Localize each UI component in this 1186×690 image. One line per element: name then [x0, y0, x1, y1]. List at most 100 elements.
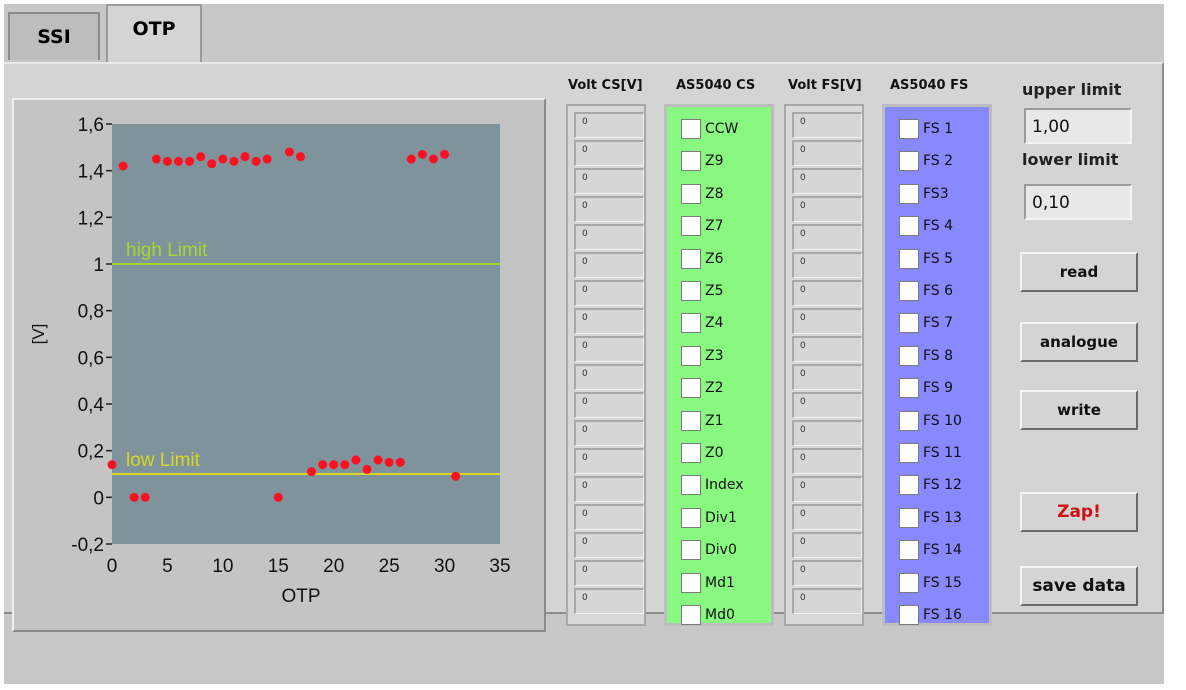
- as5040-fs-checkbox[interactable]: [899, 151, 919, 172]
- as5040-fs-checkbox-label: FS 14: [923, 542, 962, 559]
- as5040-fs-checkbox-row[interactable]: FS 12: [899, 473, 962, 497]
- as5040-cs-checkbox[interactable]: [681, 540, 701, 561]
- as5040-fs-checkbox[interactable]: [899, 216, 919, 237]
- as5040-fs-checkbox[interactable]: [899, 119, 919, 139]
- data-point: [207, 159, 217, 169]
- as5040-fs-checkbox[interactable]: [899, 248, 919, 269]
- as5040-fs-checkbox-row[interactable]: FS 6: [899, 279, 953, 303]
- as5040-cs-checkbox[interactable]: [681, 248, 701, 269]
- as5040-fs-checkbox-row[interactable]: FS 4: [899, 214, 953, 238]
- save-data-button[interactable]: save data: [1020, 566, 1138, 606]
- lower-limit-label: lower limit: [1022, 150, 1119, 169]
- as5040-fs-checkbox[interactable]: [899, 281, 919, 301]
- as5040-fs-checkbox-row[interactable]: FS 13: [899, 506, 962, 530]
- as5040-cs-checkbox-row[interactable]: CCW: [681, 117, 738, 141]
- as5040-cs-checkbox-row[interactable]: Z5: [681, 279, 724, 303]
- y-tick-label: 1,2: [78, 208, 104, 229]
- as5040-cs-checkbox[interactable]: [681, 151, 701, 172]
- as5040-cs-checkbox[interactable]: [681, 605, 701, 625]
- volt-cs-value-cell: 0: [574, 308, 644, 334]
- upper-limit-label: upper limit: [1022, 80, 1122, 99]
- as5040-fs-checkbox-row[interactable]: FS 11: [899, 441, 962, 465]
- as5040-fs-checkbox[interactable]: [899, 507, 919, 528]
- as5040-fs-checkbox-label: FS 11: [923, 445, 962, 461]
- as5040-fs-checkbox[interactable]: [899, 475, 919, 496]
- as5040-fs-checkbox-row[interactable]: FS 9: [899, 376, 953, 400]
- as5040-fs-checkbox[interactable]: [899, 572, 919, 593]
- as5040-cs-checkbox[interactable]: [681, 410, 701, 431]
- as5040-cs-checkbox[interactable]: [681, 507, 701, 528]
- as5040-fs-checkbox-row[interactable]: FS 5: [899, 247, 953, 271]
- data-point: [284, 147, 294, 157]
- as5040-fs-checkbox-row[interactable]: FS 8: [899, 344, 953, 368]
- as5040-cs-checkbox-label: Z5: [705, 283, 724, 299]
- as5040-fs-checkbox-label: FS 15: [923, 574, 962, 591]
- as5040-fs-checkbox[interactable]: [899, 443, 919, 463]
- volt-cs-value-cell: 0: [574, 364, 644, 390]
- as5040-fs-checkbox-row[interactable]: FS 7: [899, 311, 953, 335]
- volt-fs-value-cell: 0: [792, 196, 862, 222]
- otp-chart: 1,61,41,210,80,60,40,20-0,20 5 10 15 20 25 30 3…: [29, 115, 511, 607]
- as5040-fs-checkbox[interactable]: [899, 378, 919, 399]
- as5040-fs-checkbox-row[interactable]: FS 16: [899, 603, 962, 627]
- as5040-cs-checkbox-row[interactable]: Div0: [681, 538, 737, 562]
- as5040-fs-checkbox-row[interactable]: FS3: [899, 182, 949, 206]
- upper-limit-input[interactable]: 1,00: [1024, 108, 1132, 144]
- volt-fs-value-cell: 0: [792, 588, 862, 614]
- as5040-fs-checkbox[interactable]: [899, 605, 919, 625]
- as5040-cs-checkbox-row[interactable]: Z7: [681, 214, 724, 238]
- data-point: [262, 154, 272, 164]
- as5040-cs-checkbox-row[interactable]: Md1: [681, 571, 735, 595]
- zap-button[interactable]: Zap!: [1020, 492, 1138, 532]
- write-button[interactable]: write: [1020, 390, 1138, 430]
- as5040-fs-checkbox-row[interactable]: FS 15: [899, 571, 962, 595]
- as5040-fs-checkbox[interactable]: [899, 540, 919, 561]
- x-tick-label: 10: [212, 556, 233, 577]
- as5040-cs-checkbox-row[interactable]: Z8: [681, 182, 724, 206]
- as5040-fs-checkbox-row[interactable]: FS 2: [899, 149, 953, 173]
- as5040-cs-checkbox[interactable]: [681, 281, 701, 301]
- as5040-cs-checkbox-row[interactable]: Md0: [681, 603, 735, 627]
- y-tick-label: 1,4: [78, 162, 105, 183]
- as5040-fs-checkbox-row[interactable]: FS 1: [899, 117, 953, 141]
- tab-otp[interactable]: OTP: [106, 4, 202, 62]
- read-button[interactable]: read: [1020, 252, 1138, 292]
- as5040-cs-checkbox[interactable]: [681, 572, 701, 593]
- as5040-cs-checkbox-label: Z1: [705, 412, 724, 429]
- as5040-cs-checkbox[interactable]: [681, 345, 701, 366]
- as5040-cs-checkbox[interactable]: [681, 378, 701, 399]
- tab-ssi[interactable]: SSI: [8, 12, 100, 60]
- as5040-cs-checkbox[interactable]: [681, 216, 701, 237]
- as5040-cs-checkbox-row[interactable]: Z3: [681, 344, 724, 368]
- as5040-cs-checkbox-row[interactable]: Z1: [681, 409, 724, 433]
- as5040-fs-checkbox-label: FS 13: [923, 509, 962, 526]
- y-tick-label: 0,2: [78, 442, 104, 463]
- as5040-fs-checkbox[interactable]: [899, 345, 919, 366]
- as5040-fs-checkbox[interactable]: [899, 313, 919, 334]
- as5040-cs-checkbox-row[interactable]: Z4: [681, 311, 724, 335]
- as5040-fs-checkbox[interactable]: [899, 183, 919, 204]
- data-point: [218, 154, 228, 164]
- as5040-cs-checkbox-row[interactable]: Index: [681, 473, 744, 497]
- as5040-fs-checkbox-row[interactable]: FS 10: [899, 409, 962, 433]
- as5040-cs-checkbox-row[interactable]: Z2: [681, 376, 724, 400]
- as5040-cs-checkbox[interactable]: [681, 119, 701, 139]
- as5040-cs-checkbox[interactable]: [681, 443, 701, 463]
- as5040-cs-checkbox-row[interactable]: Div1: [681, 506, 737, 530]
- as5040-cs-checkbox[interactable]: [681, 475, 701, 496]
- lower-limit-input[interactable]: 0,10: [1024, 184, 1132, 220]
- volt-cs-value-cell: 0: [574, 224, 644, 250]
- high-limit-label: high Limit: [126, 240, 208, 261]
- as5040-cs-checkbox[interactable]: [681, 313, 701, 334]
- x-tick-label: 0: [107, 556, 118, 577]
- as5040-cs-checkbox-row[interactable]: Z9: [681, 149, 724, 173]
- as5040-cs-checkbox[interactable]: [681, 183, 701, 204]
- analogue-button[interactable]: analogue: [1020, 322, 1138, 362]
- as5040-cs-checkbox-row[interactable]: Z0: [681, 441, 724, 465]
- as5040-fs-checkbox-row[interactable]: FS 14: [899, 538, 962, 562]
- data-point: [295, 152, 305, 162]
- as5040-fs-checkbox-label: FS3: [923, 185, 949, 202]
- as5040-fs-checkbox[interactable]: [899, 410, 919, 431]
- as5040-cs-checkbox-row[interactable]: Z6: [681, 247, 724, 271]
- data-point: [118, 161, 128, 171]
